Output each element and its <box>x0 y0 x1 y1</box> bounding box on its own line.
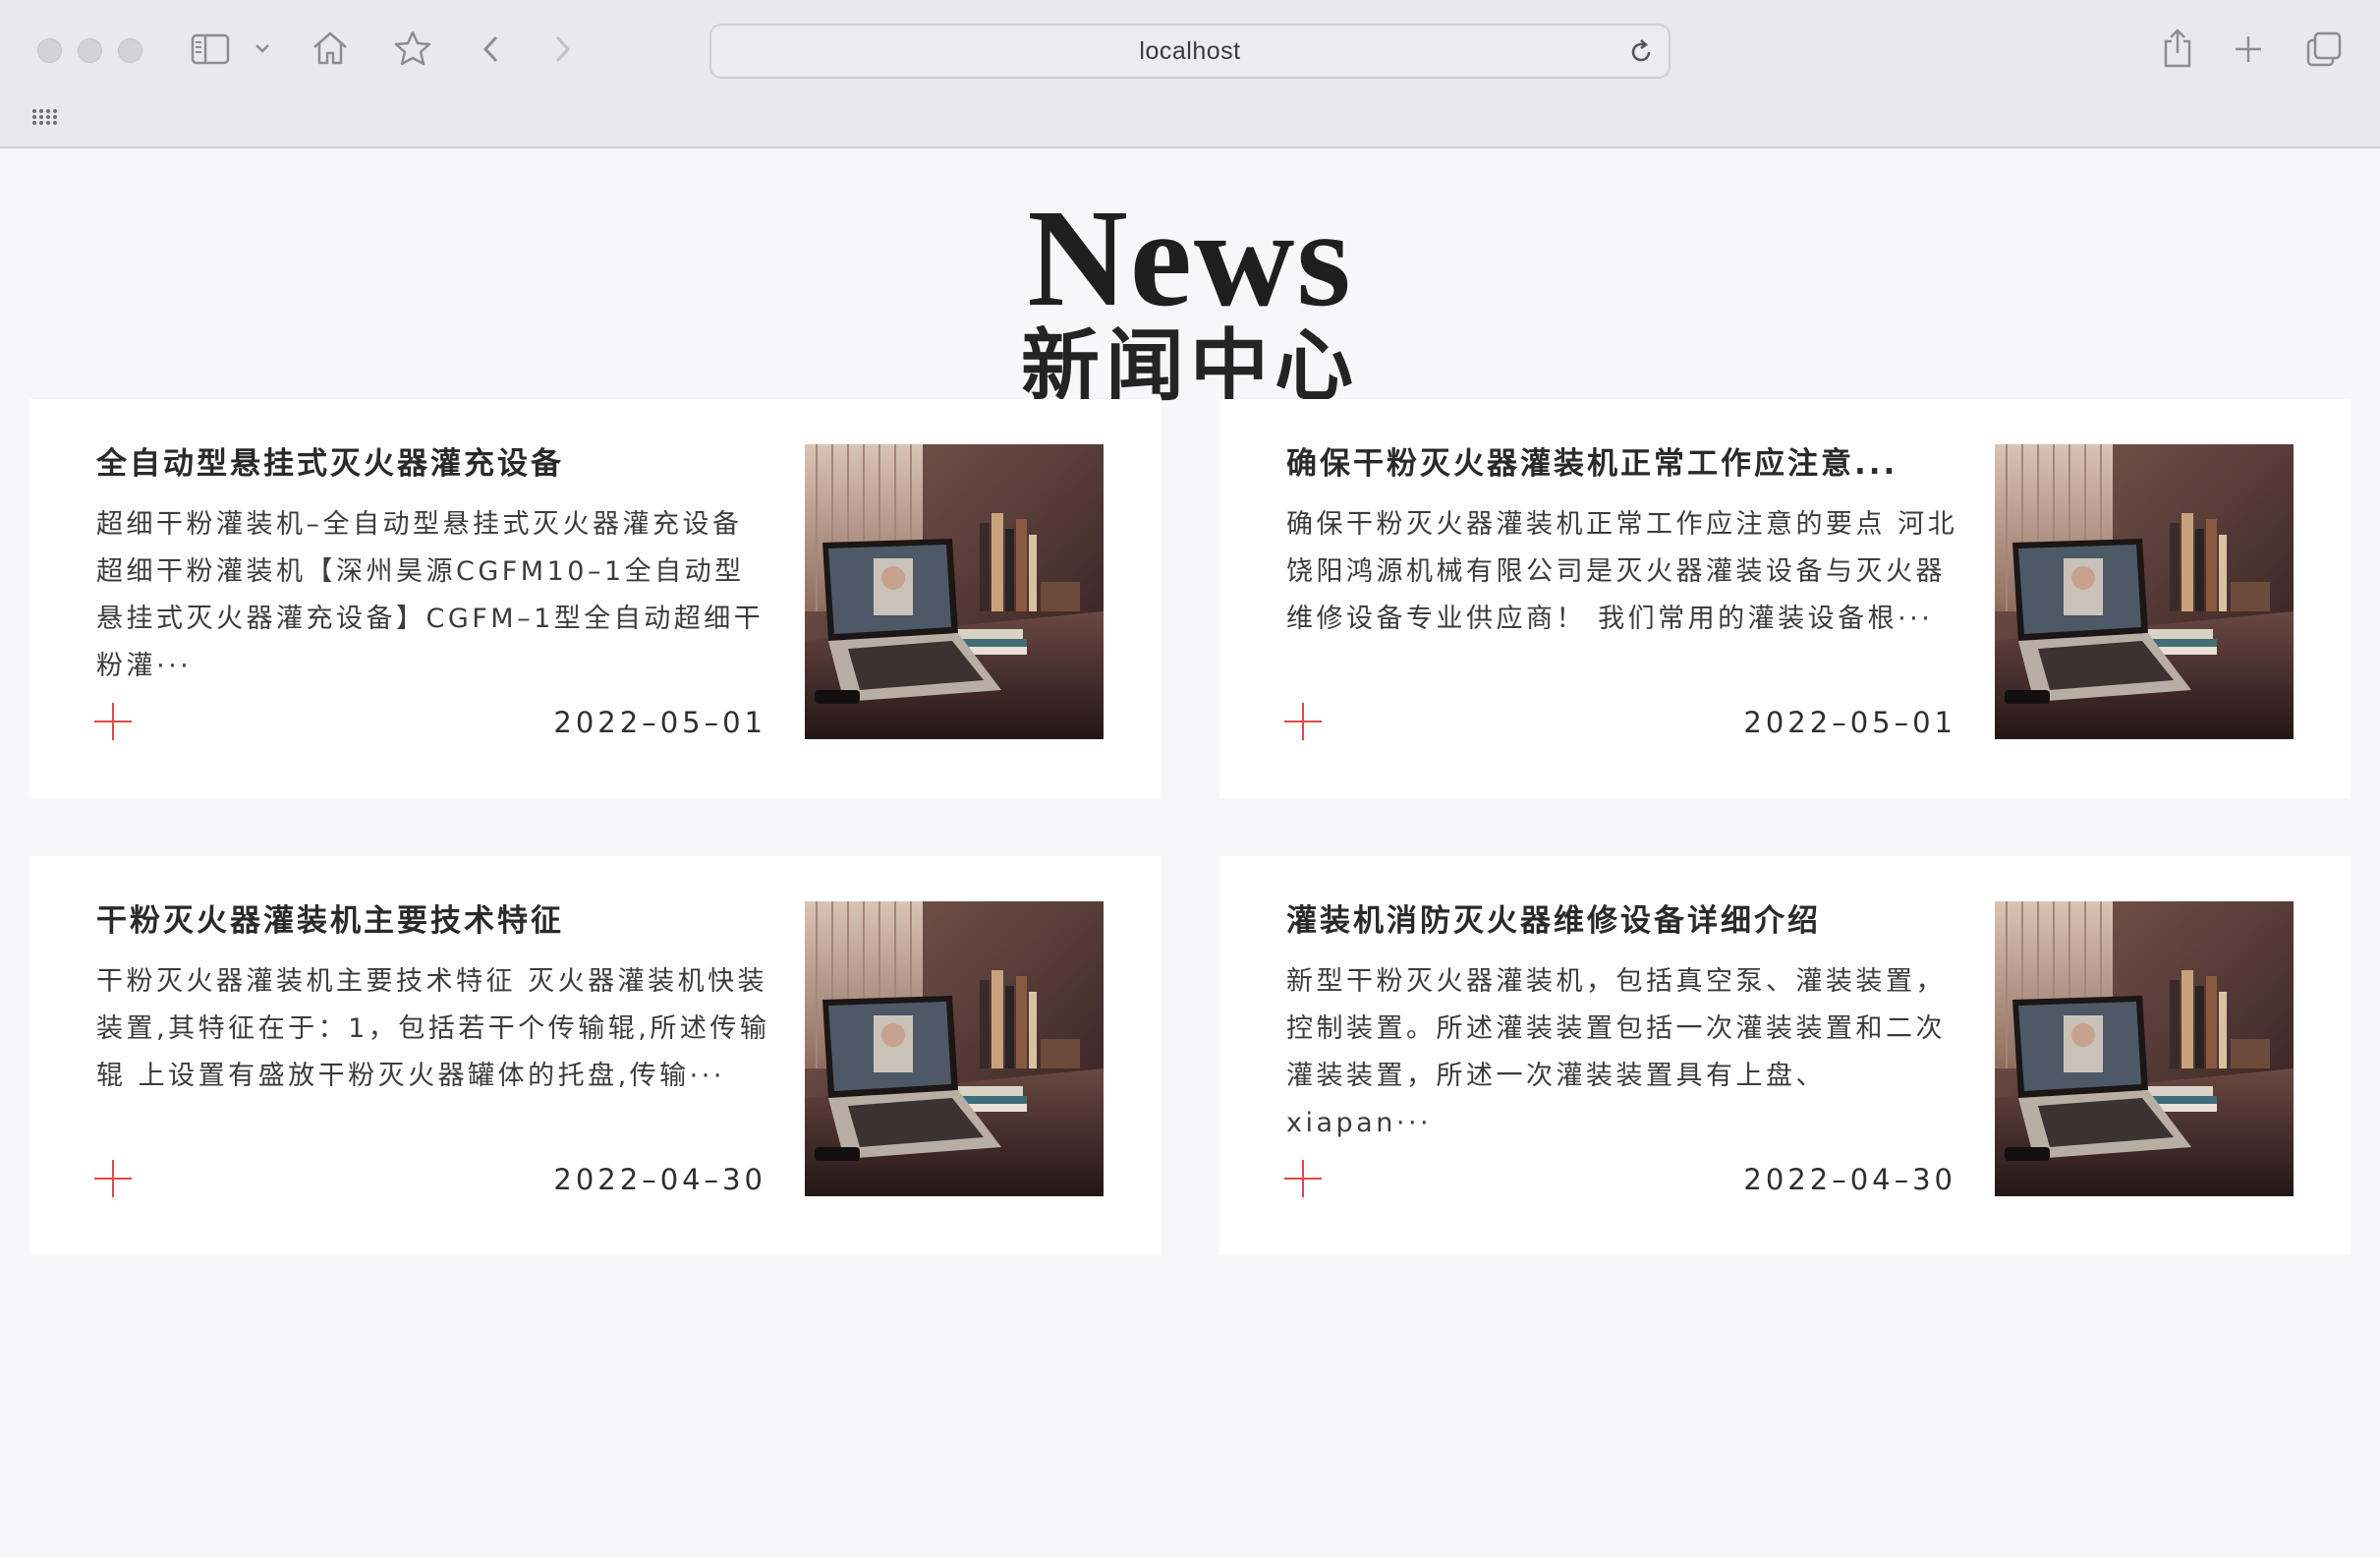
tab-overview-icon[interactable] <box>2305 30 2343 68</box>
forward-icon[interactable] <box>550 33 574 65</box>
home-icon[interactable] <box>311 29 350 67</box>
news-summary: 新型干粉灭火器灌装机，包括真空泵、灌装装置，控制装置。所述灌装装置包括一次灌装装… <box>1286 966 1946 1138</box>
news-date: 2022–05–01 <box>553 706 766 739</box>
news-thumbnail[interactable] <box>1995 444 2294 739</box>
back-icon[interactable] <box>480 33 503 65</box>
plus-icon[interactable] <box>1284 1160 1322 1197</box>
news-card[interactable]: 灌装机消防灭火器维修设备详细介绍新型干粉灭火器灌装机，包括真空泵、灌装装置，控制… <box>1219 856 2351 1255</box>
news-card[interactable]: 确保干粉灭火器灌装机正常工作应注意... 确保干粉灭火器灌装机正常工作应注意的要点… <box>1219 399 2351 798</box>
news-summary: 确保干粉灭火器灌装机正常工作应注意的要点 河北饶阳鸿源机械有限公司是灭火器灌装设… <box>1286 509 1958 634</box>
news-thumbnail[interactable] <box>1995 901 2294 1196</box>
minimize-window-button[interactable] <box>78 38 102 63</box>
plus-icon[interactable] <box>94 1160 132 1197</box>
new-tab-icon[interactable] <box>2233 33 2264 65</box>
bookmark-star-icon[interactable] <box>393 29 432 67</box>
share-icon[interactable] <box>2161 28 2194 69</box>
news-card[interactable]: 干粉灭火器灌装机主要技术特征干粉灭火器灌装机主要技术特征 灭火器灌装机快装装置,… <box>29 856 1161 1255</box>
sidebar-toggle-icon[interactable] <box>191 33 230 65</box>
window-controls <box>37 38 142 63</box>
news-thumbnail[interactable] <box>805 444 1104 739</box>
url-text: localhost <box>1139 36 1241 65</box>
page-title-en: News <box>1027 180 1353 335</box>
page-title-cn: 新闻中心 <box>1021 320 1359 412</box>
news-card[interactable]: 全自动型悬挂式灭火器灌充设备超细干粉灌装机–全自动型悬挂式灭火器灌充设备 超细干… <box>29 399 1161 798</box>
zoom-window-button[interactable] <box>118 38 142 63</box>
address-bar[interactable]: localhost <box>709 24 1671 79</box>
news-date: 2022–05–01 <box>1743 706 1956 739</box>
news-summary: 超细干粉灌装机–全自动型悬挂式灭火器灌充设备 超细干粉灌装机【深州昊源CGFM1… <box>96 509 765 681</box>
page-content: News 新闻中心 全自动型悬挂式灭火器灌充设备超细干粉灌装机–全自动型悬挂式灭… <box>0 148 2380 1557</box>
favorites-grid-icon[interactable] <box>31 108 57 126</box>
chevron-down-icon[interactable] <box>254 41 271 55</box>
plus-icon[interactable] <box>94 703 132 740</box>
close-window-button[interactable] <box>37 38 62 63</box>
news-summary: 干粉灭火器灌装机主要技术特征 灭火器灌装机快装装置,其特征在于：1，包括若干个传… <box>96 966 770 1091</box>
news-date: 2022–04–30 <box>553 1163 766 1196</box>
news-thumbnail[interactable] <box>805 901 1104 1196</box>
news-title[interactable]: 确保干粉灭火器灌装机正常工作应注意... <box>1286 444 1955 484</box>
news-date: 2022–04–30 <box>1743 1163 1956 1196</box>
browser-toolbar: localhost <box>0 0 2380 148</box>
news-title[interactable]: 干粉灭火器灌装机主要技术特征 <box>96 901 765 941</box>
news-title[interactable]: 灌装机消防灭火器维修设备详细介绍 <box>1286 901 1955 941</box>
reload-icon[interactable] <box>1627 38 1655 70</box>
plus-icon[interactable] <box>1284 703 1322 740</box>
news-title[interactable]: 全自动型悬挂式灭火器灌充设备 <box>96 444 765 484</box>
